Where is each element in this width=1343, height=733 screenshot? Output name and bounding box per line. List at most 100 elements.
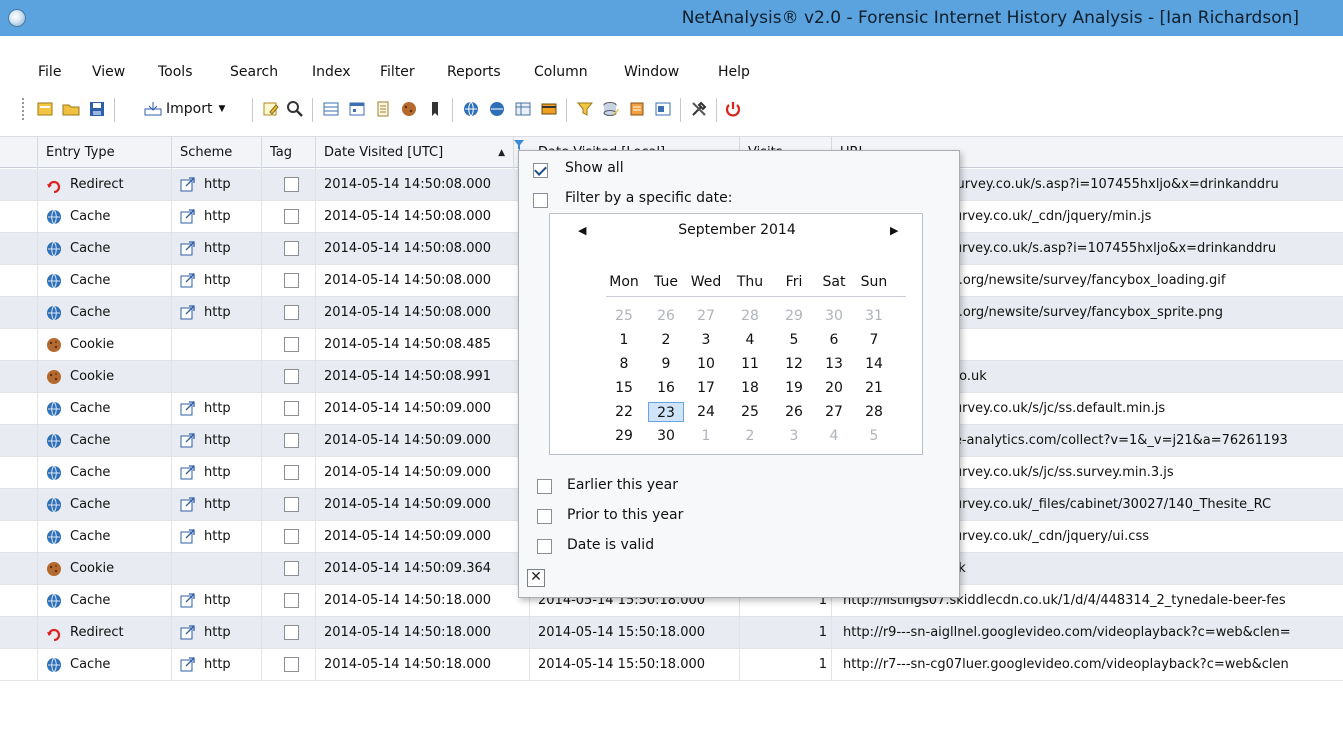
calendar-day[interactable]: 17 bbox=[688, 378, 724, 398]
calendar-day[interactable]: 3 bbox=[688, 330, 724, 350]
row-gutter[interactable] bbox=[0, 553, 38, 584]
calendar-day[interactable]: 2 bbox=[648, 330, 684, 350]
row-gutter[interactable] bbox=[0, 617, 38, 648]
calendar-view-icon[interactable] bbox=[348, 100, 366, 118]
tag-checkbox[interactable] bbox=[284, 337, 299, 352]
menu-reports[interactable]: Reports bbox=[447, 64, 501, 80]
calendar-day[interactable]: 12 bbox=[776, 354, 812, 374]
calendar-day[interactable]: 9 bbox=[648, 354, 684, 374]
url-cell[interactable]: http://r7---sn-cg07luer.googlevideo.com/… bbox=[843, 649, 1343, 680]
menu-column[interactable]: Column bbox=[534, 64, 588, 80]
window-icon[interactable] bbox=[654, 100, 672, 118]
show-all-checkbox[interactable] bbox=[533, 163, 548, 178]
tag-checkbox[interactable] bbox=[284, 273, 299, 288]
row-gutter[interactable] bbox=[0, 201, 38, 232]
globe-refresh-icon[interactable] bbox=[462, 100, 480, 118]
prior-to-this-year-checkbox[interactable] bbox=[537, 509, 552, 524]
import-button[interactable]: Import ▼ bbox=[144, 99, 225, 119]
document-icon[interactable] bbox=[374, 100, 392, 118]
calendar-day[interactable]: 5 bbox=[856, 426, 892, 446]
row-gutter[interactable] bbox=[0, 233, 38, 264]
tag-checkbox[interactable] bbox=[284, 241, 299, 256]
row-gutter[interactable] bbox=[0, 521, 38, 552]
tag-checkbox[interactable] bbox=[284, 497, 299, 512]
menu-help[interactable]: Help bbox=[718, 64, 750, 80]
url-cell[interactable] bbox=[942, 329, 1343, 360]
table-row[interactable]: Cache http 2014-05-14 14:50:18.000 2014-05-… bbox=[0, 649, 1343, 681]
url-cell[interactable]: gle-analytics.com/collect?v=1&_v=j21&a=7… bbox=[942, 425, 1343, 456]
tag-checkbox[interactable] bbox=[284, 593, 299, 608]
calendar-day[interactable]: 27 bbox=[816, 402, 852, 422]
menu-index[interactable]: Index bbox=[312, 64, 351, 80]
save-disk-icon[interactable] bbox=[88, 100, 106, 118]
url-cell[interactable]: tsurvey.co.uk/_files/cabinet/30027/140_T… bbox=[942, 489, 1343, 520]
header-scheme[interactable]: Scheme bbox=[172, 137, 262, 169]
filter-funnel-icon[interactable] bbox=[576, 100, 594, 118]
url-cell[interactable]: http://r9---sn-aigllnel.googlevideo.com/… bbox=[843, 617, 1343, 648]
header-entry-type[interactable]: Entry Type bbox=[38, 137, 172, 169]
calendar-day[interactable]: 5 bbox=[776, 330, 812, 350]
row-gutter[interactable] bbox=[0, 169, 38, 200]
url-cell[interactable]: ite.org/newsite/survey/fancybox_loading.… bbox=[942, 265, 1343, 296]
calendar-day[interactable]: 10 bbox=[688, 354, 724, 374]
tag-checkbox[interactable] bbox=[284, 625, 299, 640]
toolbar-grip[interactable] bbox=[22, 98, 25, 120]
tag-checkbox[interactable] bbox=[284, 433, 299, 448]
calendar-day[interactable]: 2 bbox=[732, 426, 768, 446]
tag-checkbox[interactable] bbox=[284, 561, 299, 576]
import-dropdown-icon[interactable]: ▼ bbox=[218, 104, 225, 114]
earlier-this-year-checkbox[interactable] bbox=[537, 479, 552, 494]
calendar-day[interactable]: 13 bbox=[816, 354, 852, 374]
next-month-icon[interactable]: ▶ bbox=[890, 224, 898, 237]
calendar-day[interactable]: 26 bbox=[648, 306, 684, 326]
calendar-day[interactable]: 11 bbox=[732, 354, 768, 374]
globe-settings-icon[interactable] bbox=[488, 100, 506, 118]
row-gutter[interactable] bbox=[0, 457, 38, 488]
row-gutter[interactable] bbox=[0, 585, 38, 616]
calendar-day[interactable]: 16 bbox=[648, 378, 684, 398]
close-popup-button[interactable]: ✕ bbox=[527, 569, 545, 587]
url-cell[interactable]: tsurvey.co.uk/s/jc/ss.default.min.js bbox=[942, 393, 1343, 424]
header-date-utc[interactable]: Date Visited [UTC] ▲ bbox=[316, 137, 514, 169]
row-gutter[interactable] bbox=[0, 425, 38, 456]
calendar-day[interactable]: 15 bbox=[606, 378, 642, 398]
row-gutter[interactable] bbox=[0, 361, 38, 392]
new-workspace-icon[interactable] bbox=[36, 100, 54, 118]
calendar-day[interactable]: 19 bbox=[776, 378, 812, 398]
menu-filter[interactable]: Filter bbox=[380, 64, 415, 80]
url-cell[interactable]: tsurvey.co.uk/s.asp?i=107455hxljo&x=drin… bbox=[942, 233, 1343, 264]
column-filter-icon[interactable] bbox=[514, 140, 524, 150]
filter-edit-icon[interactable] bbox=[262, 100, 280, 118]
tag-checkbox[interactable] bbox=[284, 369, 299, 384]
calendar-day[interactable]: 18 bbox=[732, 378, 768, 398]
tag-checkbox[interactable] bbox=[284, 305, 299, 320]
open-folder-icon[interactable] bbox=[62, 100, 80, 118]
calendar-day[interactable]: 28 bbox=[856, 402, 892, 422]
tag-checkbox[interactable] bbox=[284, 177, 299, 192]
url-cell[interactable]: y.co.uk bbox=[942, 361, 1343, 392]
header-tag[interactable]: Tag bbox=[262, 137, 316, 169]
row-gutter[interactable] bbox=[0, 393, 38, 424]
search-icon[interactable] bbox=[286, 100, 304, 118]
date-is-valid-checkbox[interactable] bbox=[537, 539, 552, 554]
tag-checkbox[interactable] bbox=[284, 209, 299, 224]
tools-wrench-icon[interactable] bbox=[690, 100, 708, 118]
menu-view[interactable]: View bbox=[92, 64, 125, 80]
row-gutter[interactable] bbox=[0, 489, 38, 520]
tag-checkbox[interactable] bbox=[284, 401, 299, 416]
calendar-day[interactable]: 20 bbox=[816, 378, 852, 398]
power-icon[interactable] bbox=[724, 100, 742, 118]
row-gutter[interactable] bbox=[0, 329, 38, 360]
cookie-icon[interactable] bbox=[400, 100, 418, 118]
row-gutter[interactable] bbox=[0, 649, 38, 680]
table-icon[interactable] bbox=[514, 100, 532, 118]
calendar-day[interactable]: 4 bbox=[732, 330, 768, 350]
url-cell[interactable]: ite.org/newsite/survey/fancybox_sprite.p… bbox=[942, 297, 1343, 328]
calendar-day[interactable]: 6 bbox=[816, 330, 852, 350]
calendar-day[interactable]: 31 bbox=[856, 306, 892, 326]
specific-date-checkbox[interactable] bbox=[533, 193, 548, 208]
calendar-day[interactable]: 1 bbox=[688, 426, 724, 446]
calendar-day[interactable]: 4 bbox=[816, 426, 852, 446]
app-globe-icon[interactable] bbox=[8, 9, 26, 27]
tag-checkbox[interactable] bbox=[284, 465, 299, 480]
